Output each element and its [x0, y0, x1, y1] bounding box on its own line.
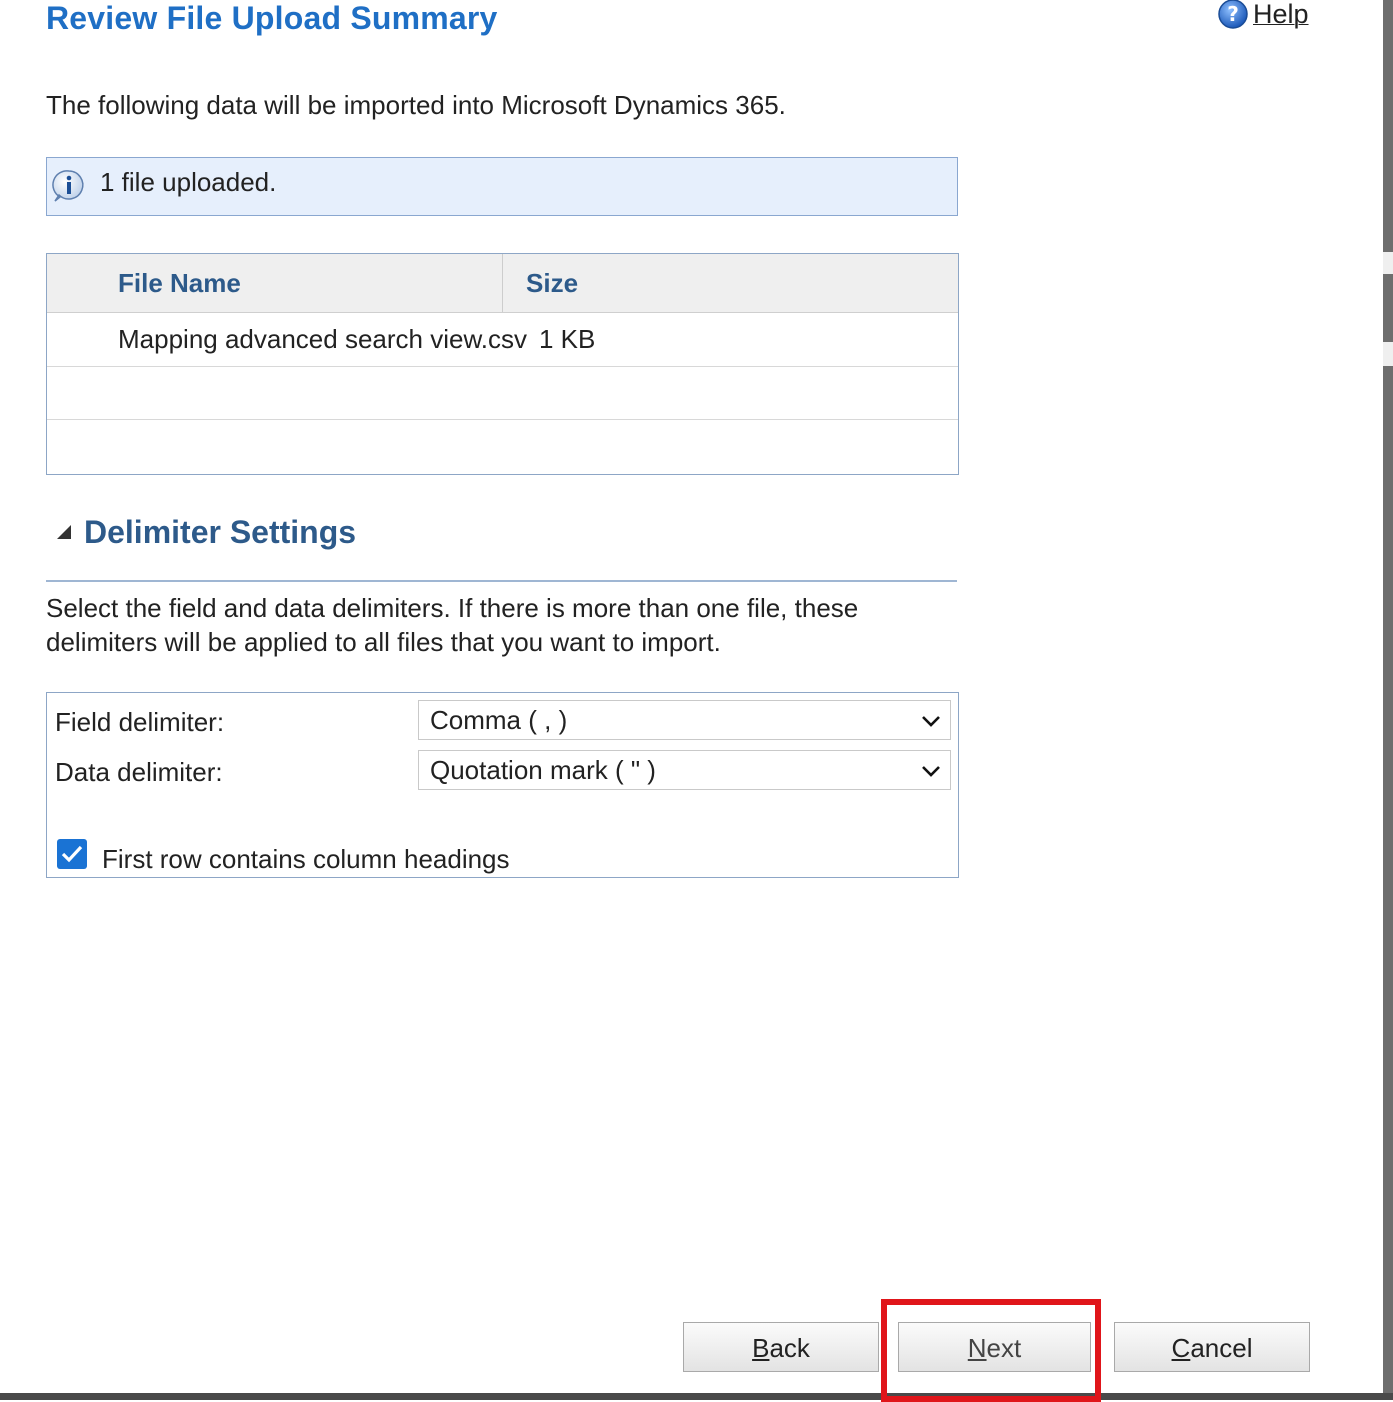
window-edge-notch — [1383, 252, 1393, 274]
page-title: Review File Upload Summary — [46, 0, 498, 36]
chevron-down-icon — [922, 766, 940, 777]
delimiter-settings-panel: Field delimiter: Comma ( , ) Data delimi… — [46, 692, 959, 878]
window-right-edge — [1383, 0, 1393, 1400]
cancel-button[interactable]: Cancel — [1114, 1322, 1310, 1372]
window-edge-notch — [1383, 342, 1393, 366]
highlight-box — [881, 1299, 1101, 1402]
svg-text:?: ? — [1227, 2, 1239, 26]
field-delimiter-value: Comma ( , ) — [430, 705, 568, 735]
first-row-headings-checkbox[interactable] — [57, 839, 87, 869]
file-name-cell: Mapping advanced search view.csv — [118, 324, 528, 354]
file-table: File Name Size Mapping advanced search v… — [46, 253, 959, 475]
section-title-delimiter-settings[interactable]: Delimiter Settings — [84, 514, 356, 551]
info-icon — [52, 170, 84, 202]
table-row — [47, 420, 958, 474]
back-button[interactable]: Back — [683, 1322, 879, 1372]
checkmark-icon — [61, 845, 83, 863]
data-delimiter-value: Quotation mark ( " ) — [430, 755, 656, 785]
table-row[interactable]: Mapping advanced search view.csv 1 KB — [47, 312, 958, 367]
collapse-triangle-icon[interactable] — [54, 522, 74, 542]
column-divider[interactable] — [502, 254, 503, 312]
data-delimiter-select[interactable]: Quotation mark ( " ) — [418, 750, 951, 790]
chevron-down-icon — [922, 716, 940, 727]
first-row-headings-label[interactable]: First row contains column headings — [102, 844, 510, 875]
field-delimiter-select[interactable]: Comma ( , ) — [418, 700, 951, 740]
table-header: File Name Size — [47, 254, 958, 313]
table-row — [47, 367, 958, 420]
help-icon: ? — [1218, 0, 1248, 29]
help-label: Help — [1253, 0, 1309, 29]
field-delimiter-label: Field delimiter: — [55, 707, 225, 737]
intro-text: The following data will be imported into… — [46, 90, 786, 120]
info-bar: 1 file uploaded. — [46, 157, 958, 216]
info-text: 1 file uploaded. — [100, 167, 277, 197]
section-description: Select the field and data delimiters. If… — [46, 593, 859, 657]
column-header-file-name[interactable]: File Name — [118, 268, 241, 299]
window-bottom-edge — [0, 1393, 1393, 1400]
data-delimiter-label: Data delimiter: — [55, 757, 223, 787]
file-size-cell: 1 KB — [539, 324, 596, 354]
section-divider — [46, 580, 957, 582]
help-link[interactable]: ? Help — [1217, 0, 1309, 30]
column-header-size[interactable]: Size — [526, 268, 578, 299]
